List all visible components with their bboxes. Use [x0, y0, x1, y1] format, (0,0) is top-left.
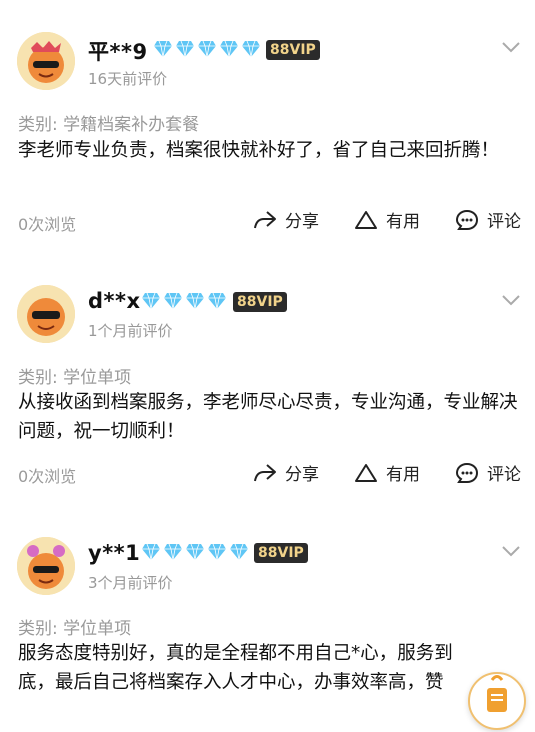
diamond-level-badges: [141, 292, 227, 312]
comment-label: 评论: [487, 212, 521, 232]
avatar-cartoon-icon: [17, 285, 75, 343]
chevron-down-icon[interactable]: [501, 293, 521, 307]
avatar-cartoon-icon: [17, 537, 75, 595]
chevron-down-icon[interactable]: [501, 40, 521, 54]
useful-button[interactable]: 有用: [354, 460, 420, 485]
avatar[interactable]: [17, 537, 75, 595]
avatar-cartoon-icon: [17, 32, 75, 90]
floating-action-button[interactable]: [468, 672, 526, 730]
share-label: 分享: [285, 465, 319, 485]
diamond-level-badges: [141, 543, 249, 563]
diamond-icon: [208, 543, 226, 561]
share-arrow-icon: [254, 463, 276, 481]
username: d**x: [88, 289, 141, 313]
diamond-icon: [220, 40, 238, 58]
share-arrow-icon: [254, 210, 276, 228]
vip-badge: 88VIP: [254, 543, 308, 563]
useful-button[interactable]: 有用: [354, 207, 420, 232]
review-category: 类别: 学位单项: [18, 368, 132, 388]
view-count: 0次浏览: [18, 467, 77, 486]
review-time: 16天前评价: [88, 70, 168, 88]
share-button[interactable]: 分享: [253, 207, 319, 232]
view-count: 0次浏览: [18, 215, 77, 234]
username: 平**9: [88, 40, 148, 64]
comment-bubble-icon: [455, 209, 479, 230]
comment-bubble-icon: [455, 462, 479, 483]
clipboard-icon: [487, 675, 507, 712]
review-content: 李老师专业负责，档案很快就补好了，省了自己来回折腾！: [18, 140, 500, 161]
diamond-icon: [142, 543, 160, 561]
diamond-level-badges: [153, 40, 261, 60]
review-content: 服务态度特别好，真的是全程都不用自己*心，服务到底，最后自己将档案存入人才中心，…: [18, 643, 453, 693]
diamond-icon: [142, 292, 160, 310]
review-time: 1个月前评价: [88, 322, 173, 340]
diamond-icon: [164, 543, 182, 561]
useful-label: 有用: [386, 212, 420, 232]
share-label: 分享: [285, 212, 319, 232]
diamond-icon: [176, 40, 194, 58]
avatar[interactable]: [17, 285, 75, 343]
avatar[interactable]: [17, 32, 75, 90]
vip-badge: 88VIP: [233, 292, 287, 312]
triangle-useful-icon: [355, 463, 377, 482]
diamond-icon: [230, 543, 248, 561]
diamond-icon: [164, 292, 182, 310]
diamond-icon: [208, 292, 226, 310]
chevron-down-icon[interactable]: [501, 544, 521, 558]
diamond-icon: [154, 40, 172, 58]
comment-label: 评论: [487, 465, 521, 485]
useful-label: 有用: [386, 465, 420, 485]
diamond-icon: [242, 40, 260, 58]
share-button[interactable]: 分享: [253, 460, 319, 485]
comment-button[interactable]: 评论: [455, 207, 521, 232]
review-time: 3个月前评价: [88, 574, 173, 592]
vip-badge: 88VIP: [266, 40, 320, 60]
diamond-icon: [198, 40, 216, 58]
triangle-useful-icon: [355, 210, 377, 229]
username: y**1: [88, 541, 141, 565]
review-category: 类别: 学位单项: [18, 619, 132, 639]
comment-button[interactable]: 评论: [455, 460, 521, 485]
diamond-icon: [186, 543, 204, 561]
diamond-icon: [186, 292, 204, 310]
review-content: 从接收函到档案服务，李老师尽心尽责，专业沟通，专业解决问题，祝一切顺利！: [18, 392, 518, 442]
review-category: 类别: 学籍档案补办套餐: [18, 115, 200, 135]
